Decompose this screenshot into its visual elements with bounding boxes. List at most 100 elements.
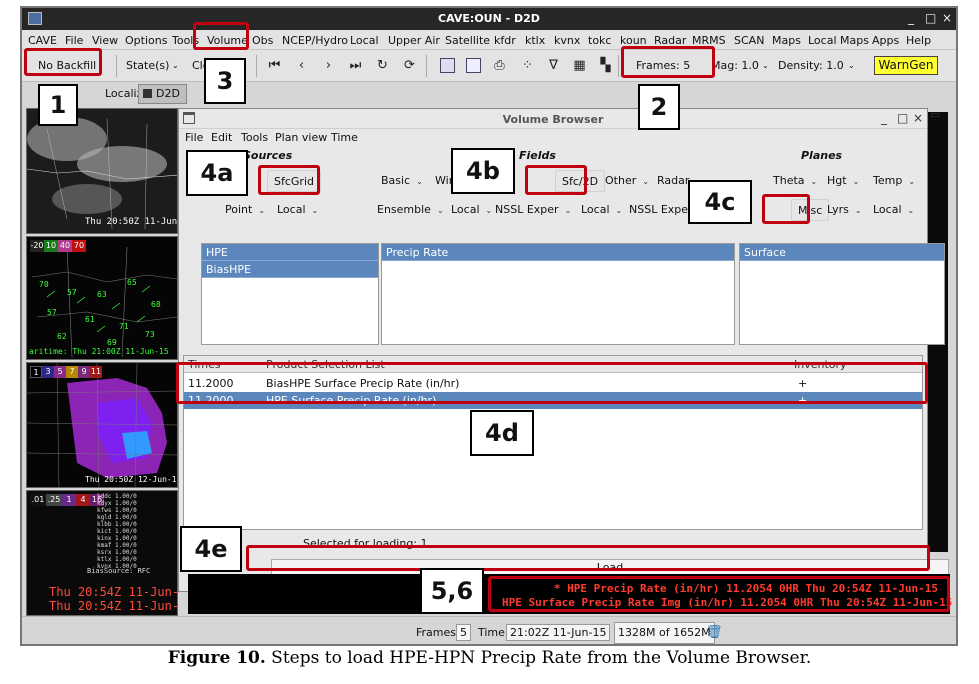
menu-kfdr[interactable]: kfdr [494,34,516,47]
close-button[interactable]: × [913,111,923,125]
theta-dropdown[interactable]: Theta ⌄ [767,170,823,192]
minimize-button[interactable]: _ [908,11,914,25]
toolbar: No Backfill State(s) ⌄ Cle ⏮ ‹ › ⏭ ↻ ⟳ ⎙… [22,50,956,82]
window-title: CAVE:OUN - D2D [438,12,540,25]
maximize-button[interactable]: □ [897,111,908,125]
obs-map: 70 57 63 65 57 61 71 68 62 69 73 [27,237,177,359]
print-icon[interactable]: ⎙ [492,58,507,73]
menu-file[interactable]: File [65,34,83,47]
chevron-down-icon: ⌄ [615,206,623,215]
menu-local[interactable]: Local [350,34,379,47]
close-button[interactable]: × [942,11,952,25]
ensemble-dropdown[interactable]: Ensemble ⌄ [371,199,450,221]
list-item[interactable]: HPE [202,244,378,261]
menu-ktlx[interactable]: ktlx [525,34,545,47]
lyrs-label: Lyrs [827,203,849,216]
callout-step: 1 [38,84,78,126]
colorbar: .01 .25 1 4 16 [30,494,104,506]
figure-text: Steps to load HPE-HPN Precip Rate from t… [265,648,812,668]
fields-heading: Fields [519,149,556,162]
menu-cave[interactable]: CAVE [28,34,57,47]
radar-source-list: kddc 1.00/0 kdyx 1.00/0 kfws 1.00/0 kgld 1.… [97,493,137,570]
chevron-down-icon: ⌄ [416,177,423,186]
planes-list[interactable]: Surface [739,243,945,345]
menu-ncep-hydro[interactable]: NCEP/Hydro [282,34,348,47]
local-fields-dropdown-2[interactable]: Local ⌄ [575,199,628,221]
last-frame-icon[interactable]: ⏭ [348,58,363,73]
vb-menu-plan-view[interactable]: Plan view [275,131,327,144]
sample-icon[interactable]: ⁘ [520,58,535,73]
density-dropdown[interactable]: Density: 1.0 [778,59,844,72]
chevron-down-icon: ⌄ [908,177,916,186]
temp-dropdown[interactable]: Temp ⌄ [867,170,921,192]
point-dropdown[interactable]: Point ⌄ [219,199,271,221]
menu-apps[interactable]: Apps [872,34,899,47]
vb-menu-tools[interactable]: Tools [241,131,268,144]
menu-scan[interactable]: SCAN [734,34,764,47]
other-dropdown[interactable]: Other ⌄ [599,170,655,192]
vb-menu-file[interactable]: File [185,131,203,144]
radar-map [27,363,177,487]
tab-d2d[interactable]: D2D [138,84,187,104]
fields-list[interactable]: Precip Rate [381,243,735,345]
basic-dropdown[interactable]: Basic ⌄ [375,170,429,192]
svg-text:68: 68 [151,300,161,309]
previous-frame-icon[interactable]: ‹ [294,58,309,73]
list-item[interactable]: Surface [740,244,944,261]
panel-radar[interactable]: 1 3 5 7 9 11 Thu 20:50Z 12-Jun-15 [26,362,178,488]
vb-menu-time[interactable]: Time [331,131,358,144]
image-properties-icon[interactable] [440,58,455,73]
menu-tokc[interactable]: tokc [588,34,611,47]
interpolation-icon[interactable]: ∇ [546,58,561,73]
panel-satellite[interactable]: Thu 20:50Z 11-Jun-15 [26,108,178,234]
chevron-down-icon: ⌄ [854,206,862,215]
callout-step: 4e [180,526,242,572]
menu-help[interactable]: Help [906,34,931,47]
maximize-button[interactable]: □ [925,11,936,25]
minimize-button[interactable]: _ [881,111,887,125]
single-panel-icon[interactable]: ▦ [572,58,587,73]
menu-obs[interactable]: Obs [252,34,273,47]
svg-text:70: 70 [39,280,49,289]
colorbar-label: .01 [30,494,46,506]
menu-view[interactable]: View [92,34,118,47]
svg-text:65: 65 [127,278,137,287]
trash-icon[interactable]: 🗑 [706,625,723,640]
colorbar-label: 5 [54,366,66,378]
refresh-icon[interactable]: ⟳ [402,58,417,73]
nssl-exper-dropdown[interactable]: NSSL Exper ⌄ [489,199,577,221]
panel-surface-obs[interactable]: 70 57 63 65 57 61 71 68 62 69 73 -20 10 40 70 ar… [26,236,178,360]
highlight-sfcgrid [258,165,320,195]
vb-menu-edit[interactable]: Edit [211,131,232,144]
menu-maps[interactable]: Maps [772,34,801,47]
radar-label: Radar [657,174,690,187]
list-item[interactable]: Precip Rate [382,244,734,261]
local-label: Local [277,203,306,216]
ensemble-label: Ensemble [377,203,431,216]
menu-upper-air[interactable]: Upper Air [388,34,440,47]
mag-dropdown[interactable]: Mag: 1.0 [711,59,759,72]
menu-kvnx[interactable]: kvnx [554,34,580,47]
menu-options[interactable]: Options [125,34,167,47]
warngen-button[interactable]: WarnGen [874,56,938,75]
hgt-dropdown[interactable]: Hgt ⌄ [821,170,865,192]
first-frame-icon[interactable]: ⏮ [267,58,282,73]
next-frame-icon[interactable]: › [321,58,336,73]
sources-list[interactable]: HPE BiasHPE [201,243,379,345]
figure-caption: Figure 10. Steps to load HPE-HPN Precip … [0,648,979,668]
editor-icon[interactable] [466,58,481,73]
four-panel-icon[interactable]: ▚ [598,58,613,73]
states-dropdown[interactable]: State(s) [126,59,169,72]
local-label: Local [873,203,902,216]
local-planes-dropdown[interactable]: Local ⌄ [867,199,920,221]
chevron-down-icon: ⌄ [852,177,860,186]
list-item[interactable]: BiasHPE [202,261,378,278]
menu-satellite[interactable]: Satellite [445,34,490,47]
panel-hpe[interactable]: .01 .25 1 4 16 kddc 1.00/0 kdyx 1.00/0 kfw… [26,490,178,616]
maximize-icon[interactable]: ▭ [930,108,940,121]
menu-local-maps[interactable]: Local Maps [808,34,869,47]
lyrs-dropdown[interactable]: Lyrs ⌄ [821,199,868,221]
temp-label: Temp [873,174,903,187]
local-sources-dropdown[interactable]: Local ⌄ [271,199,324,221]
loop-icon[interactable]: ↻ [375,58,390,73]
